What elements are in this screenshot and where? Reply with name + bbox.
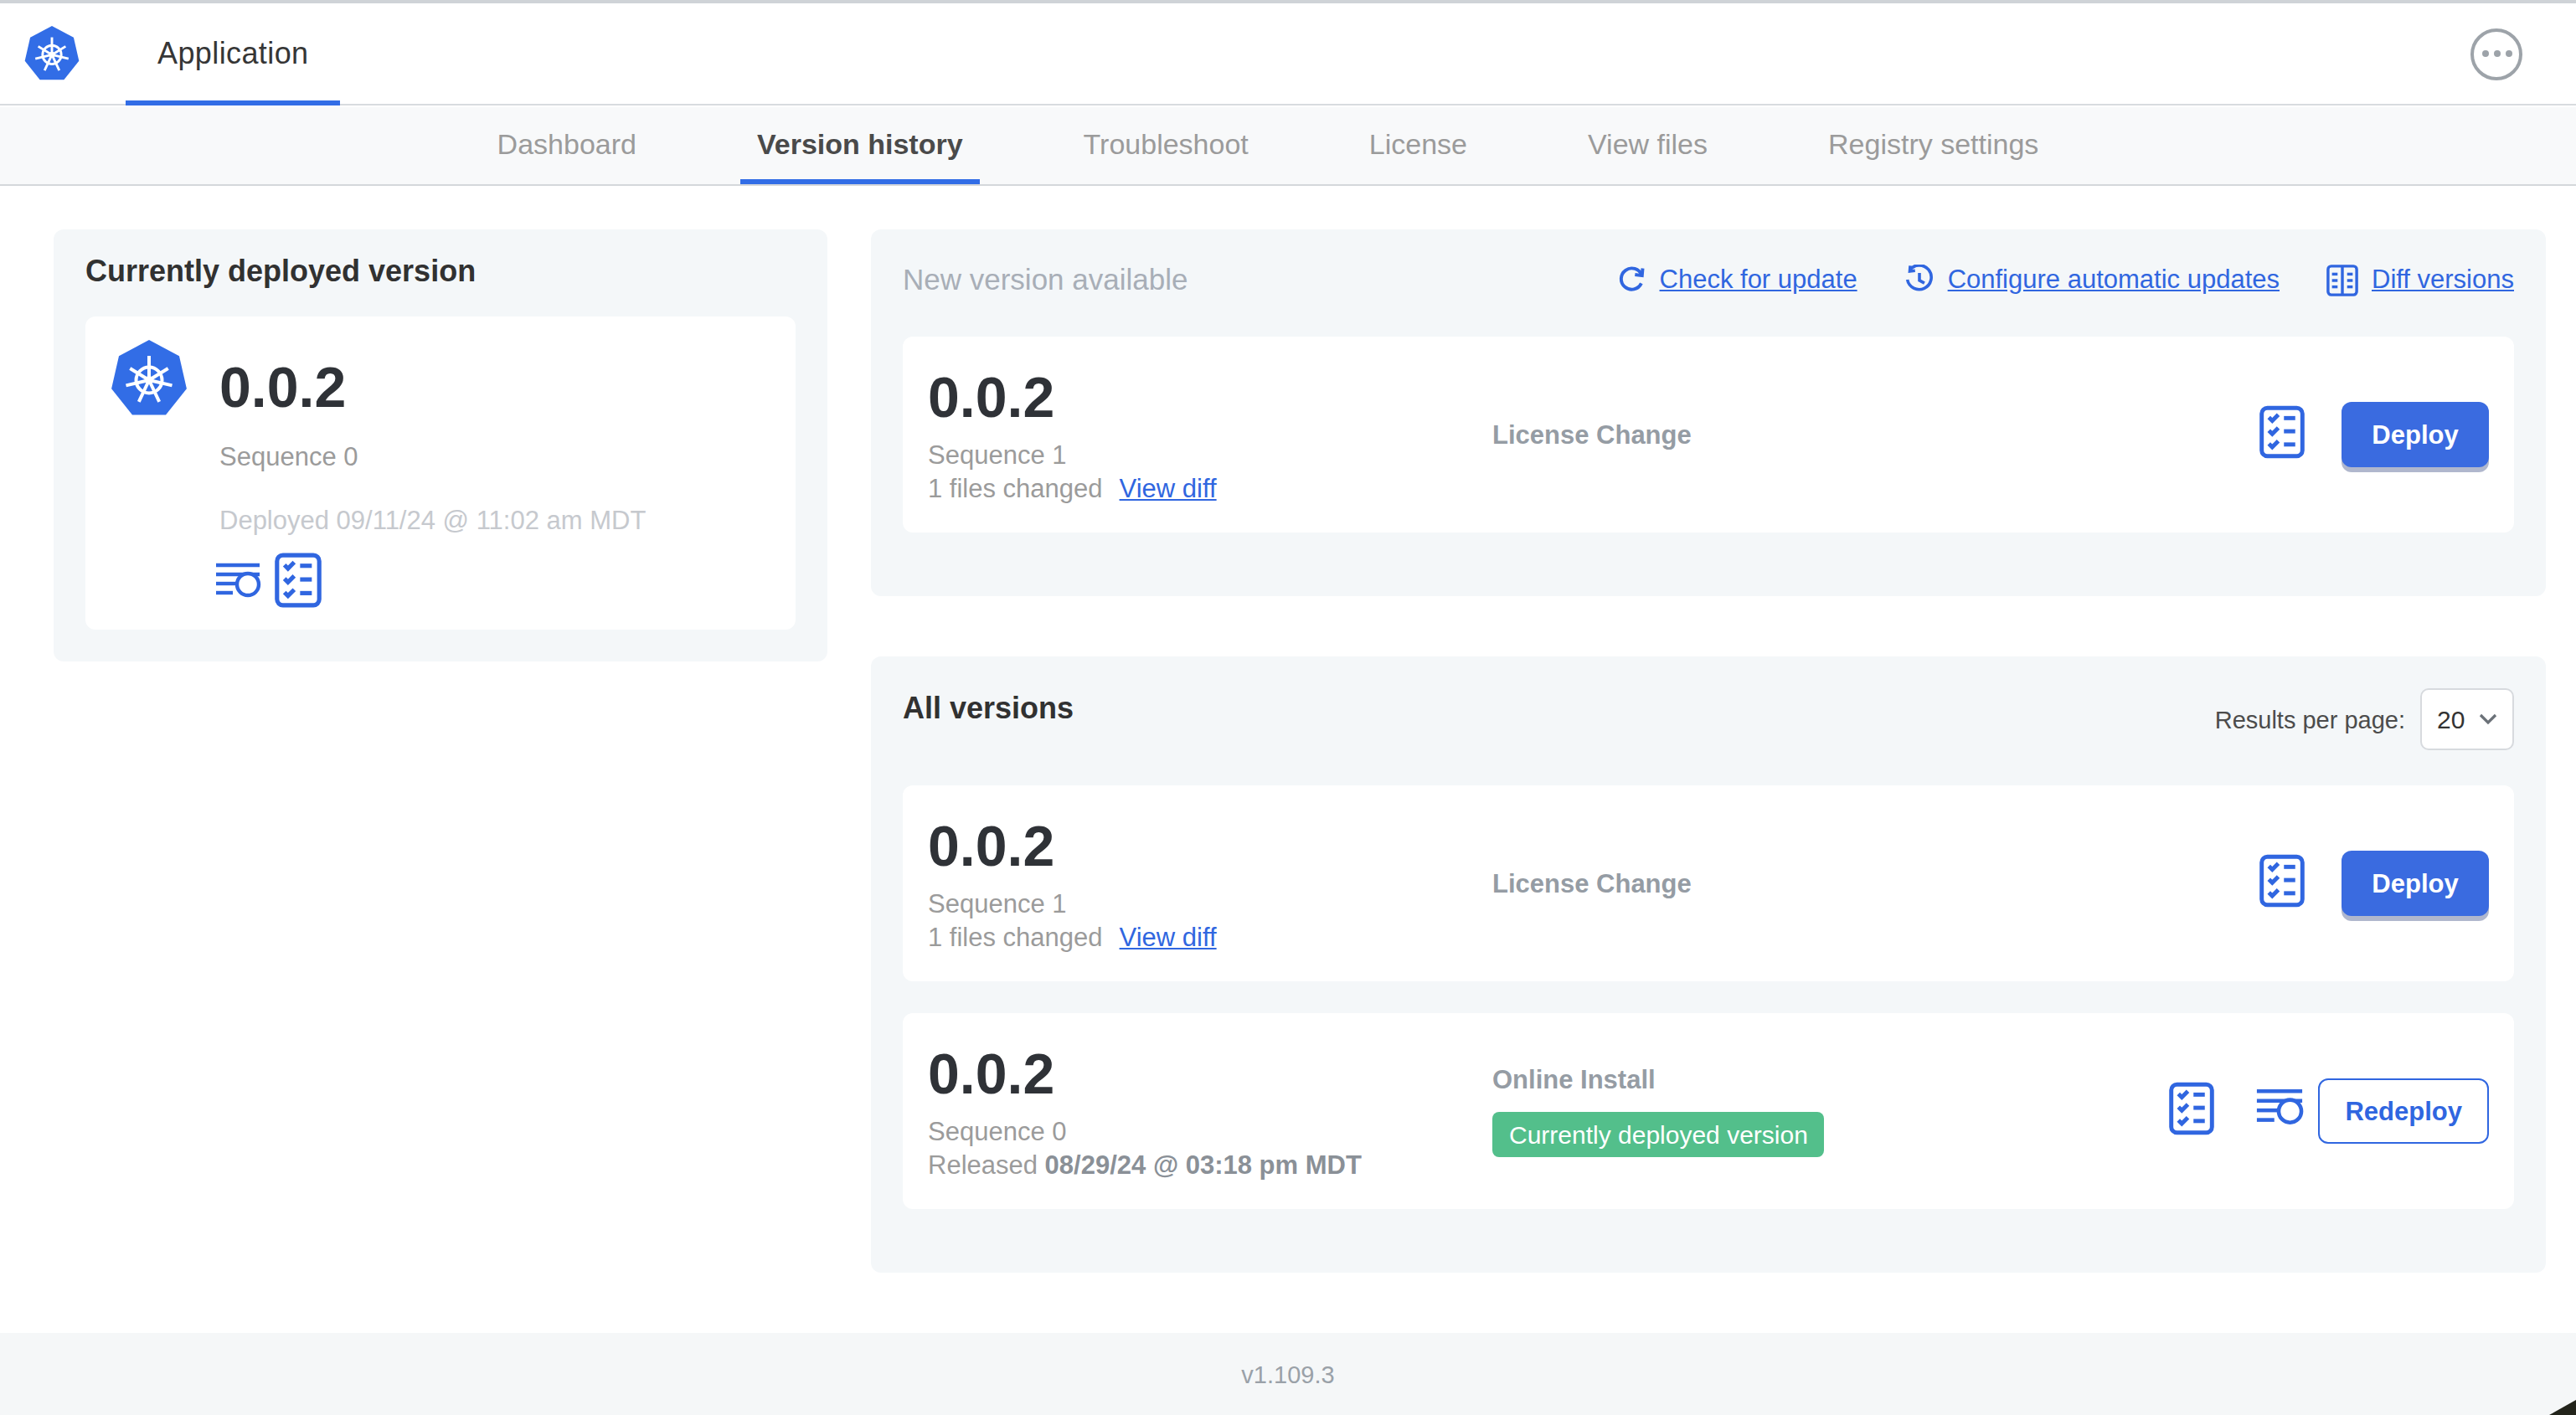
redeploy-button[interactable]: Redeploy — [2318, 1078, 2489, 1144]
more-options-button[interactable] — [2470, 28, 2522, 80]
version-source-label: Online Install — [1492, 1065, 1656, 1095]
check-for-update-link[interactable]: Check for update — [1616, 265, 1857, 295]
cursor-artifact — [2549, 1400, 2576, 1415]
preflight-checks-icon[interactable] — [2259, 853, 2305, 913]
view-logs-icon[interactable] — [214, 561, 261, 608]
all-versions-card: All versions Results per page: 20 0.0.2 … — [871, 656, 2546, 1273]
version-history-page: Application Dashboard Version history Tr… — [0, 0, 2576, 1415]
configure-automatic-updates-link[interactable]: Configure automatic updates — [1904, 265, 2280, 295]
view-diff-link[interactable]: View diff — [1120, 473, 1217, 503]
all-versions-title: All versions — [903, 688, 1074, 727]
results-per-page-label: Results per page: — [2215, 706, 2405, 733]
console-version: v1.109.3 — [1241, 1361, 1334, 1387]
version-sequence: Sequence 0 — [928, 1116, 1492, 1146]
version-row: 0.0.2 Sequence 0 Released 08/29/24 @ 03:… — [903, 1013, 2514, 1209]
version-sequence: Sequence 1 — [928, 440, 1492, 470]
diff-icon — [2326, 264, 2358, 296]
chevron-down-icon — [2479, 713, 2497, 725]
files-changed-label: 1 files changed — [928, 922, 1103, 952]
new-version-row: 0.0.2 Sequence 1 1 files changed View di… — [903, 337, 2514, 533]
tab-registry-settings[interactable]: Registry settings — [1828, 107, 2038, 184]
app-header: Application — [0, 3, 2576, 105]
released-at-label: Released 08/29/24 @ 03:18 pm MDT — [928, 1150, 1362, 1180]
ellipsis-icon — [2481, 50, 2488, 57]
window-top-edge — [0, 0, 2576, 3]
view-logs-icon[interactable] — [2254, 1087, 2305, 1135]
preflight-checks-icon[interactable] — [2169, 1081, 2214, 1141]
app-tab-application[interactable]: Application — [126, 3, 341, 104]
currently-deployed-badge: Currently deployed version — [1492, 1112, 1825, 1157]
diff-versions-link[interactable]: Diff versions — [2326, 264, 2514, 296]
app-title: Application — [157, 36, 309, 71]
version-number: 0.0.2 — [928, 366, 1492, 426]
new-version-card: New version available Check for update — [871, 229, 2546, 596]
currently-deployed-title: Currently deployed version — [85, 255, 796, 290]
view-diff-link[interactable]: View diff — [1120, 922, 1217, 952]
files-changed-label: 1 files changed — [928, 473, 1103, 503]
current-version-number: 0.0.2 — [219, 357, 346, 417]
refresh-icon — [1616, 265, 1646, 295]
app-footer: v1.109.3 — [0, 1333, 2576, 1415]
tab-view-files[interactable]: View files — [1588, 107, 1708, 184]
currently-deployed-version-card: 0.0.2 Sequence 0 Deployed 09/11/24 @ 11:… — [85, 316, 796, 630]
current-version-deployed-at: Deployed 09/11/24 @ 11:02 am MDT — [219, 506, 646, 536]
currently-deployed-card: Currently deployed version — [54, 229, 827, 661]
version-number: 0.0.2 — [928, 815, 1492, 875]
preflight-checks-icon[interactable] — [275, 553, 322, 615]
results-per-page-select[interactable]: 20 — [2420, 688, 2514, 750]
version-row: 0.0.2 Sequence 1 1 files changed View di… — [903, 785, 2514, 981]
version-sequence: Sequence 1 — [928, 888, 1492, 918]
schedule-update-icon — [1904, 265, 1935, 295]
kubernetes-logo-icon — [22, 23, 82, 84]
version-source-label: License Change — [1492, 868, 1692, 898]
preflight-checks-icon[interactable] — [2259, 404, 2305, 465]
kubernetes-app-icon — [107, 337, 191, 420]
version-number: 0.0.2 — [928, 1042, 1492, 1103]
app-nav: Dashboard Version history Troubleshoot L… — [0, 107, 2576, 186]
tab-version-history[interactable]: Version history — [757, 107, 963, 184]
tab-troubleshoot[interactable]: Troubleshoot — [1084, 107, 1249, 184]
tab-license[interactable]: License — [1369, 107, 1467, 184]
tab-dashboard[interactable]: Dashboard — [497, 107, 636, 184]
version-source-label: License Change — [1492, 419, 1692, 450]
deploy-button[interactable]: Deploy — [2342, 402, 2489, 467]
current-version-sequence: Sequence 0 — [219, 442, 358, 472]
new-version-title: New version available — [903, 262, 1188, 297]
deploy-button[interactable]: Deploy — [2342, 851, 2489, 916]
